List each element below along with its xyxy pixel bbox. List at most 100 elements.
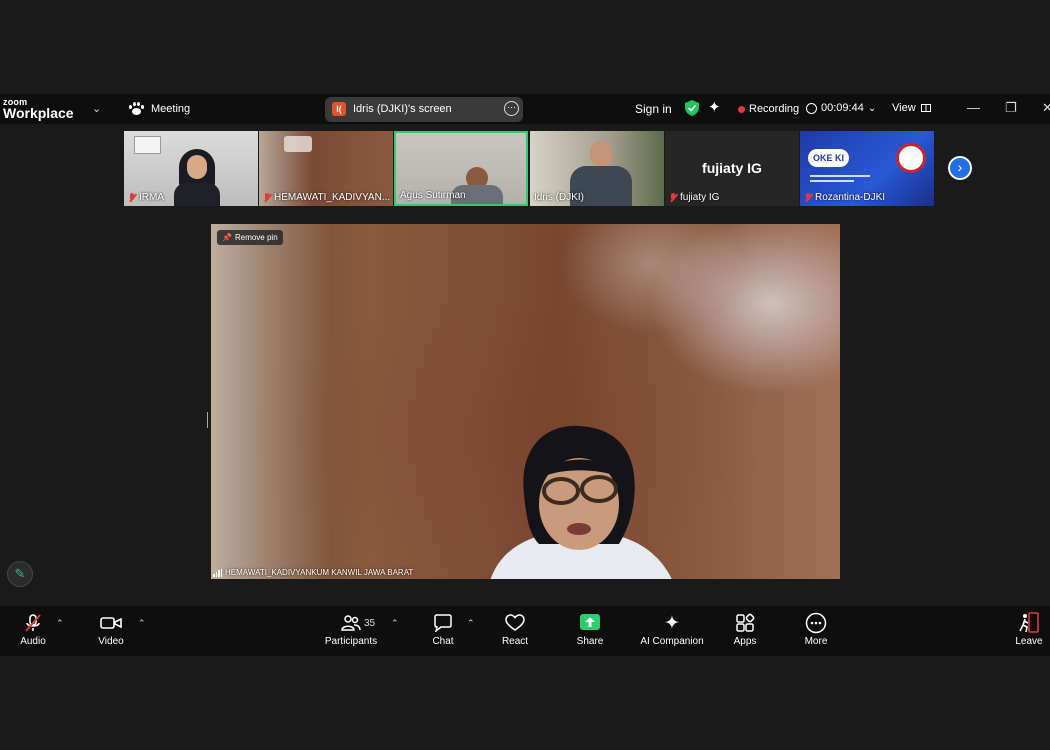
more-button[interactable]: More — [800, 612, 832, 647]
leave-label: Leave — [1015, 636, 1043, 647]
grid-icon — [920, 104, 931, 112]
whiteboard — [134, 136, 161, 154]
shield-icon[interactable] — [685, 100, 699, 116]
resize-handle[interactable] — [207, 412, 208, 428]
body — [174, 183, 220, 206]
recording-dot-icon — [738, 105, 745, 113]
view-button[interactable]: View — [892, 102, 931, 114]
react-label: React — [501, 636, 529, 647]
logo-bottom-text: Workplace — [3, 105, 74, 121]
heart-icon — [499, 612, 531, 634]
sparkle-icon: ✦ — [664, 612, 680, 634]
face — [187, 155, 207, 179]
meeting-timer[interactable]: 00:09:44 ⌄ — [806, 102, 876, 114]
chat-button[interactable]: Chat — [428, 612, 458, 647]
letterbox-top — [0, 0, 1050, 94]
participant-name: fujiaty IG — [669, 192, 719, 203]
participant-name: IRMA — [128, 192, 164, 203]
camera-icon — [94, 612, 128, 634]
chevron-up-icon[interactable]: ⌃ — [138, 618, 146, 629]
participant-name: Idris (DJKI) — [534, 192, 584, 203]
more-label: More — [804, 636, 828, 647]
speaker-figure — [490, 425, 672, 579]
audio-label: Audio — [20, 636, 46, 647]
close-icon[interactable]: ✕ — [1042, 100, 1050, 116]
recording-indicator[interactable]: Recording — [738, 103, 799, 115]
participant-tile[interactable]: OKE KI Rozantina-DJKI — [800, 131, 934, 206]
paw-icon — [128, 102, 144, 116]
pinned-video[interactable]: 📌 Remove pin HEMAWATI_KADIVYANKUM KANWIL… — [211, 224, 840, 579]
slide-logo: OKE KI — [808, 149, 850, 167]
mic-off-icon — [669, 192, 677, 203]
meeting-toolbar: Audio ⌃ Video ⌃ Participants 35 ⌃ Chat ⌃ — [0, 606, 1050, 656]
participants-count: 35 — [364, 618, 376, 629]
zoom-window: zoom Workplace ⌄ Meeting I( Idris (DJKI)… — [0, 94, 1050, 656]
video-label: Video — [98, 636, 124, 647]
pin-icon: 📌 — [222, 233, 232, 242]
sign-in-link[interactable]: Sign in — [635, 102, 672, 116]
remove-pin-button[interactable]: 📌 Remove pin — [217, 230, 283, 245]
chat-label: Chat — [432, 636, 454, 647]
timer-value: 00:09:44 — [821, 102, 864, 114]
view-label: View — [892, 102, 916, 114]
face — [590, 141, 612, 167]
mic-off-icon — [128, 192, 136, 203]
leave-icon — [1012, 612, 1046, 634]
letterbox-bottom — [0, 656, 1050, 750]
signal-icon — [213, 568, 222, 577]
recording-label: Recording — [749, 103, 800, 115]
next-page-arrow-icon[interactable]: › — [948, 156, 972, 180]
screen-share-app-icon: I( — [332, 102, 346, 116]
mic-off-icon — [16, 612, 50, 634]
chevron-down-icon[interactable]: ⌄ — [92, 102, 101, 115]
remove-pin-label: Remove pin — [234, 233, 278, 242]
sparkle-icon[interactable]: ✦ — [708, 98, 721, 116]
participants-label: Participants — [324, 636, 378, 647]
participant-name: Rozantina-DJKI — [804, 192, 885, 203]
meeting-menu[interactable]: Meeting — [128, 102, 190, 116]
speaker-name-label: HEMAWATI_KADIVYANKUM KANWIL JAWA BARAT — [213, 568, 413, 577]
title-bar: zoom Workplace ⌄ Meeting I( Idris (DJKI)… — [0, 94, 1050, 124]
share-button[interactable]: Share — [574, 612, 606, 647]
slide-line — [810, 175, 870, 177]
minimize-icon[interactable]: — — [967, 100, 980, 115]
leave-button[interactable]: Leave — [1012, 612, 1046, 647]
more-icon[interactable]: ··· — [504, 101, 519, 116]
apps-button[interactable]: Apps — [730, 612, 760, 647]
meeting-label: Meeting — [151, 103, 191, 115]
apps-label: Apps — [733, 636, 757, 647]
screen-share-indicator[interactable]: I( Idris (DJKI)'s screen ··· — [325, 97, 523, 122]
mic-off-icon — [263, 192, 271, 203]
restore-icon[interactable]: ❐ — [1005, 100, 1017, 116]
participant-tile[interactable]: Idris (DJKI) — [530, 131, 664, 206]
participant-tile-no-video[interactable]: fujiaty IG fujiaty IG — [665, 131, 799, 206]
chat-icon — [428, 612, 458, 634]
clock-icon — [806, 102, 817, 114]
chevron-up-icon[interactable]: ⌃ — [391, 618, 399, 629]
chevron-up-icon[interactable]: ⌃ — [56, 618, 64, 629]
video-button[interactable]: Video — [94, 612, 128, 647]
window-light — [284, 136, 312, 152]
apps-icon — [730, 612, 760, 634]
participant-tile[interactable]: IRMA — [124, 131, 258, 206]
react-button[interactable]: React — [499, 612, 531, 647]
pencil-icon[interactable]: ✎ — [7, 561, 33, 587]
participant-tile-active[interactable]: Agus Sutirman — [394, 131, 528, 206]
participant-name: HEMAWATI_KADIVYAN... — [263, 192, 390, 203]
chevron-up-icon[interactable]: ⌃ — [467, 618, 475, 629]
participant-tile[interactable]: HEMAWATI_KADIVYAN... — [259, 131, 393, 206]
ai-companion-button[interactable]: ✦ AI Companion — [636, 612, 708, 648]
share-label: Share — [576, 636, 604, 647]
more-icon — [800, 612, 832, 634]
slide-line — [810, 180, 854, 182]
ai-companion-label: AI Companion — [640, 636, 704, 647]
audio-button[interactable]: Audio — [16, 612, 50, 647]
participant-display-name: fujiaty IG — [702, 160, 762, 176]
screen-share-label: Idris (DJKI)'s screen — [353, 103, 452, 115]
mic-off-icon — [804, 192, 812, 203]
seal-icon — [896, 143, 926, 173]
participant-name: Agus Sutirman — [400, 190, 466, 201]
share-icon — [574, 612, 606, 634]
chevron-down-icon: ⌄ — [867, 102, 877, 114]
zoom-logo: zoom Workplace — [3, 98, 74, 121]
